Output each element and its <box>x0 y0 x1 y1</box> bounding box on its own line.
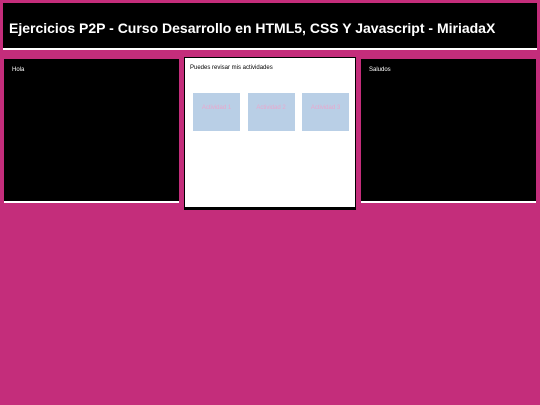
left-panel: Hola <box>4 59 179 201</box>
right-panel: Saludos <box>361 59 536 201</box>
activity-2-tile[interactable]: Actividad 2 <box>247 93 295 131</box>
page-title: Ejercicios P2P - Curso Desarrollo en HTM… <box>9 20 496 36</box>
activities-panel-text: Puedes revisar mis actividades <box>190 65 273 71</box>
right-panel-text: Saludos <box>369 67 391 73</box>
page-header: Ejercicios P2P - Curso Desarrollo en HTM… <box>3 3 537 48</box>
activity-3-tile[interactable]: Actividad 3 <box>302 93 349 131</box>
activity-1-tile[interactable]: Actividad 1 <box>193 93 240 131</box>
activity-list: Actividad 1 Actividad 2 Actividad 3 <box>193 93 349 131</box>
activities-panel: Puedes revisar mis actividades Actividad… <box>184 57 356 208</box>
left-panel-text: Hola <box>12 67 25 73</box>
